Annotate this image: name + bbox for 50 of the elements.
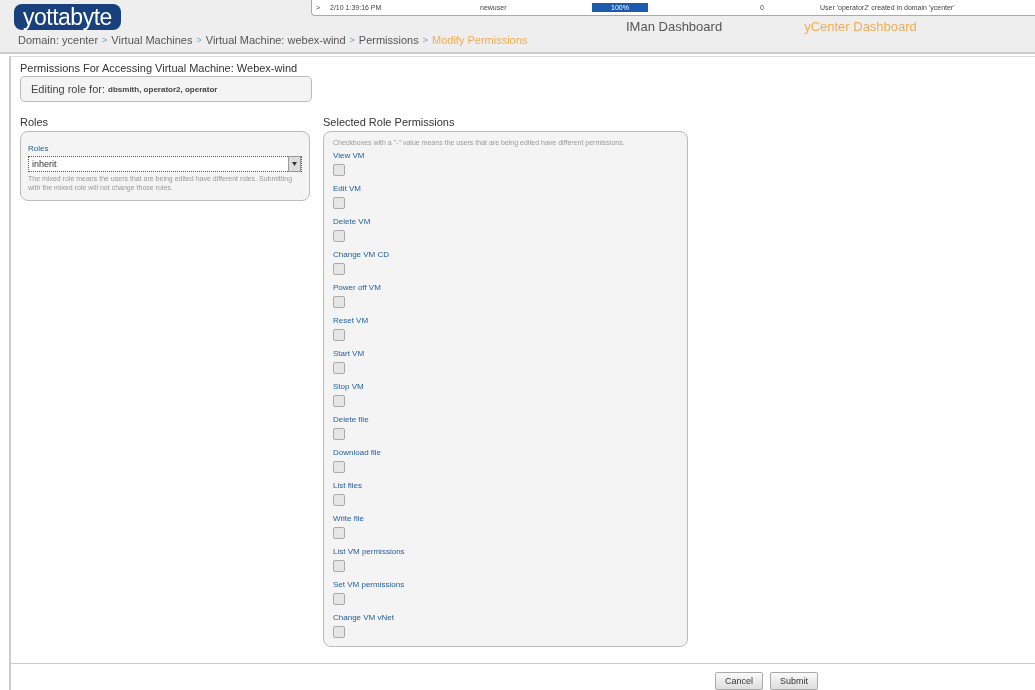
permission-label: Delete file: [333, 415, 370, 425]
permission-label: Change VM vNet: [333, 613, 395, 623]
editing-label: Editing role for:: [31, 83, 106, 95]
field-label: Roles: [28, 144, 50, 153]
permission-checkbox[interactable]: [333, 362, 345, 374]
permission-label: View VM: [333, 151, 366, 161]
permission-checkbox[interactable]: [333, 329, 345, 341]
editing-users: dbsmith, operator2, operator: [108, 84, 218, 94]
breadcrumb-link[interactable]: Virtual Machines: [111, 34, 193, 46]
nav-link[interactable]: IMan Dashboard: [626, 19, 723, 34]
permission-checkbox[interactable]: [333, 626, 345, 638]
roles-heading: Roles: [20, 116, 50, 128]
dropdown-arrow-icon: [292, 162, 297, 166]
permission-checkbox[interactable]: [333, 197, 345, 209]
permission-label: Reset VM: [333, 316, 370, 326]
breadcrumb-link[interactable]: Permissions: [358, 34, 419, 46]
permission-label: Change VM CD: [333, 250, 391, 260]
page-title: Permissions For Accessing Virtual Machine: Webex-wind: [20, 62, 299, 74]
permission-checkbox[interactable]: [333, 296, 345, 308]
breadcrumb-separator: >: [349, 35, 355, 45]
permission-checkbox[interactable]: [333, 395, 345, 407]
permission-label: List VM permissions: [333, 547, 406, 557]
permissions-heading: Selected Role Permissions: [323, 116, 456, 128]
form-button[interactable]: Submit: [770, 672, 818, 690]
permission-label: List files: [333, 481, 363, 491]
permission-checkbox[interactable]: [333, 593, 345, 605]
permission-checkbox[interactable]: [333, 263, 345, 275]
permission-label: Start VM: [333, 349, 366, 359]
permission-checkbox[interactable]: [333, 428, 345, 440]
permission-label: Write file: [333, 514, 365, 524]
permission-checkbox[interactable]: [333, 527, 345, 539]
permission-label: Power off VM: [333, 283, 382, 293]
permission-checkbox[interactable]: [333, 494, 345, 506]
breadcrumb-link[interactable]: Domain: ycenter: [18, 34, 99, 46]
permission-label: Download file: [333, 448, 383, 458]
permission-checkbox[interactable]: [333, 230, 345, 242]
permission-label: Edit VM: [333, 184, 362, 194]
breadcrumb-separator: >: [102, 35, 108, 45]
breadcrumb-link[interactable]: Virtual Machine: webex-wind: [205, 34, 346, 46]
permission-label: Stop VM: [333, 382, 365, 392]
permission-label: Delete VM: [333, 217, 372, 227]
permission-checkbox[interactable]: [333, 560, 345, 572]
breadcrumb-separator: >: [196, 35, 202, 45]
permission-checkbox[interactable]: [333, 164, 345, 176]
roles-select[interactable]: inherit: [28, 156, 302, 172]
breadcrumb-separator: >: [422, 35, 428, 45]
logo[interactable]: yottabyte: [14, 4, 121, 30]
permission-checkbox[interactable]: [333, 461, 345, 473]
permission-label: Set VM permissions: [333, 580, 406, 590]
form-button[interactable]: Cancel: [714, 672, 763, 690]
